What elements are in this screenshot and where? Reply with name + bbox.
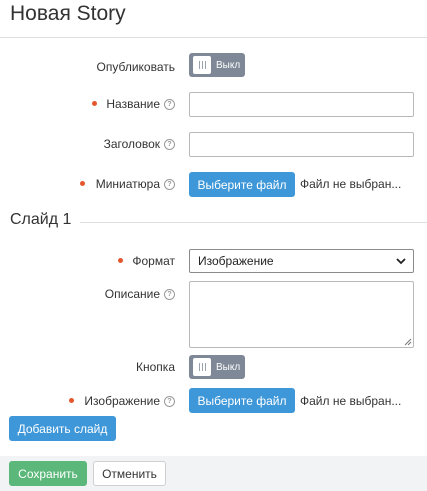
heading-input[interactable] bbox=[189, 132, 414, 157]
format-label: Формат bbox=[132, 254, 175, 268]
button-toggle-state: Выкл bbox=[216, 361, 241, 373]
image-choose-file-button[interactable]: Выберите файл bbox=[189, 388, 295, 413]
toggle-knob bbox=[193, 358, 211, 376]
header-divider bbox=[0, 37, 427, 38]
help-icon[interactable]: ? bbox=[164, 288, 175, 300]
thumbnail-label-text: Миниатюра bbox=[95, 177, 160, 191]
name-label: Название ? bbox=[106, 97, 175, 111]
required-indicator bbox=[80, 181, 85, 186]
cancel-button[interactable]: Отменить bbox=[93, 461, 166, 486]
image-label: Изображение ? bbox=[84, 394, 175, 408]
help-icon[interactable]: ? bbox=[164, 138, 175, 150]
format-label-text: Формат bbox=[132, 254, 175, 268]
slide-title: Слайд 1 bbox=[10, 211, 72, 228]
toggle-knob bbox=[193, 56, 211, 74]
description-label-text: Описание bbox=[104, 287, 160, 301]
heading-label: Заголовок ? bbox=[104, 137, 175, 151]
button-label-text: Кнопка bbox=[136, 360, 175, 374]
add-slide-button[interactable]: Добавить слайд bbox=[9, 416, 116, 441]
publish-toggle-state: Выкл bbox=[216, 59, 241, 71]
required-indicator bbox=[118, 258, 123, 263]
heading-label-text: Заголовок bbox=[103, 137, 160, 151]
thumbnail-file-status: Файл не выбран... bbox=[300, 177, 402, 191]
required-indicator bbox=[92, 101, 97, 106]
image-file-status: Файл не выбран... bbox=[300, 394, 402, 408]
help-icon[interactable]: ? bbox=[164, 178, 175, 190]
save-button[interactable]: Сохранить bbox=[9, 461, 87, 486]
help-icon[interactable]: ? bbox=[164, 98, 175, 110]
button-toggle[interactable]: Выкл bbox=[189, 355, 245, 379]
help-icon[interactable]: ? bbox=[164, 395, 175, 407]
slide-divider bbox=[80, 222, 427, 223]
publish-label-text: Опубликовать bbox=[96, 60, 175, 74]
description-label: Описание ? bbox=[105, 287, 175, 301]
chevron-down-icon bbox=[396, 258, 406, 265]
name-label-text: Название bbox=[106, 97, 160, 111]
thumbnail-choose-file-button[interactable]: Выберите файл bbox=[189, 172, 295, 197]
format-select[interactable]: Изображение bbox=[189, 249, 414, 273]
name-input[interactable] bbox=[189, 92, 414, 117]
button-label: Кнопка bbox=[136, 360, 175, 374]
required-indicator bbox=[69, 398, 74, 403]
image-label-text: Изображение bbox=[84, 394, 160, 408]
publish-label: Опубликовать bbox=[97, 60, 175, 74]
page-title: Новая Story bbox=[10, 2, 126, 25]
format-selected-value: Изображение bbox=[198, 254, 274, 268]
description-textarea[interactable] bbox=[189, 281, 414, 348]
thumbnail-label: Миниатюра ? bbox=[96, 177, 175, 191]
publish-toggle[interactable]: Выкл bbox=[189, 53, 245, 77]
resize-grip-icon[interactable] bbox=[404, 338, 412, 346]
